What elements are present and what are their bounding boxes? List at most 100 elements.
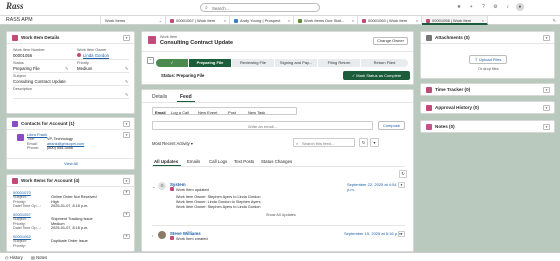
divider [13, 98, 129, 99]
field-label: Phone: [27, 146, 40, 150]
close-icon[interactable]: × [288, 18, 290, 23]
card-menu-button[interactable]: ▾ [543, 105, 550, 111]
path-step-complete[interactable]: ✓ [156, 59, 188, 67]
field-label: Email: [27, 141, 38, 146]
feed-target: Work Item updated [176, 187, 209, 192]
feed-item-menu[interactable]: ▾ [398, 231, 405, 237]
tab-label: 00001067 | Work Item [176, 18, 216, 23]
card-title: Work Item Details [21, 35, 60, 40]
chevron-down-icon[interactable]: ⌄ [159, 18, 162, 23]
favorites-icon[interactable]: ★ [455, 3, 463, 11]
composer-tab-post[interactable]: Post [228, 110, 236, 115]
card-menu-button[interactable]: ▾ [123, 178, 130, 184]
filter-all-updates[interactable]: All Updates [154, 159, 178, 164]
user-avatar[interactable]: ● [515, 3, 524, 11]
edit-icon[interactable]: ✎ [125, 92, 128, 97]
tab-work-item-1060[interactable]: 00001060 | Work Item × [358, 16, 422, 25]
filter-call-logs[interactable]: Call Logs [209, 159, 227, 164]
path-step[interactable]: Signing and Pay... [275, 59, 317, 67]
close-icon[interactable]: × [482, 18, 484, 23]
path-step-current[interactable]: Preparing File [189, 59, 231, 67]
note-icon: ▤ [31, 255, 35, 260]
composer-tab-new-task[interactable]: New Task [248, 110, 265, 115]
mark-complete-button[interactable]: ✓ Mark Status as Complete [343, 71, 410, 80]
composer-tab-new-event[interactable]: New Event [198, 110, 217, 115]
close-icon[interactable]: × [416, 18, 418, 23]
bell-icon[interactable]: ♪ [504, 3, 512, 11]
tab-label: 00001060 | Work Item [368, 18, 408, 23]
tab-work-items-due[interactable]: Work Items Due Stat... × [294, 16, 358, 25]
tab-prospect[interactable]: Andy Young | Prospect × [230, 16, 294, 25]
path-collapse-button[interactable]: ⌃ [147, 57, 154, 64]
sort-dropdown[interactable]: Most Recent Activity ▾ [152, 141, 193, 146]
tab-details[interactable]: Details [152, 94, 167, 100]
contact-title: VP, Technology [47, 137, 73, 141]
divider [152, 166, 405, 167]
composer-tab-log-call[interactable]: Log a Call [171, 110, 189, 115]
search-icon: ⌕ [296, 140, 299, 146]
view-all-link[interactable]: View All [64, 161, 78, 166]
divider [7, 158, 134, 159]
work-item-subject: Online Order Not Received [51, 195, 97, 199]
app-logo: Rass [6, 1, 24, 11]
refresh-icon[interactable]: ↻ [359, 138, 368, 147]
card-title: Contacts for Account (1) [21, 121, 75, 126]
row-menu-button[interactable]: ▾ [123, 190, 130, 195]
tab-work-items[interactable]: Work Items ⌄ [101, 16, 166, 25]
composer-tab-email[interactable]: Email [155, 110, 166, 115]
contact-email-link[interactable]: afrank@gmsopm.com [47, 142, 84, 146]
chevron-right-icon[interactable]: › [152, 233, 153, 238]
feed-item-menu[interactable]: ▾ [398, 182, 405, 188]
feed-timestamp[interactable]: September 22, 2025 at 4:54 p.m. [347, 182, 405, 192]
chevron-down-icon[interactable]: ⌄ [152, 184, 155, 189]
history-utility[interactable]: ◷ History [5, 255, 23, 260]
field-label: Description [13, 87, 32, 91]
compose-button[interactable]: Compose [378, 121, 405, 130]
tab-work-item-1056[interactable]: 00001056 | Work Item × [422, 16, 488, 25]
path-step[interactable]: Filing Return [318, 59, 360, 67]
filter-emails[interactable]: Emails [187, 159, 200, 164]
filter-text-posts[interactable]: Text Posts [234, 159, 254, 164]
upload-files-button[interactable]: ⇪ Upload Files [469, 55, 507, 64]
card-menu-button[interactable]: ▾ [543, 124, 550, 130]
card-menu-button[interactable]: ▾ [123, 35, 130, 41]
edit-nav-icon[interactable]: ✎ [553, 18, 556, 23]
path-step[interactable]: Reviewing File [232, 59, 274, 67]
card-title: Work Items for Account (4) [21, 178, 80, 183]
edit-icon[interactable]: ✎ [125, 66, 128, 71]
card-menu-button[interactable]: ▾ [543, 35, 550, 41]
close-icon[interactable]: × [352, 18, 354, 23]
work-item-priority: Medium [51, 221, 65, 226]
field-label: Work Item Owner [77, 48, 107, 52]
show-all-updates-link[interactable]: Show All Updates [266, 213, 296, 217]
row-menu-button[interactable]: ▾ [123, 212, 130, 217]
drop-files-text: Or drop files [478, 67, 499, 71]
feed-search-input[interactable]: ⌕ Search this feed... [293, 138, 355, 147]
edit-icon[interactable]: ✎ [65, 66, 68, 71]
row-menu-button[interactable]: ▾ [123, 234, 130, 239]
filter-status-changes[interactable]: Status Changes [261, 159, 292, 164]
close-icon[interactable]: × [224, 18, 226, 23]
notes-utility[interactable]: ▤ Notes [31, 255, 47, 260]
help-icon[interactable]: ? [479, 3, 487, 11]
global-search[interactable]: ⌕ Search... [200, 3, 320, 12]
refresh-icon[interactable]: ↻ [399, 170, 407, 178]
gear-icon[interactable]: ⚙ [492, 3, 500, 11]
owner-link[interactable]: Linda Gordon [83, 53, 109, 58]
composer-input[interactable]: Write an email... [152, 121, 373, 130]
change-owner-button[interactable]: Change Owner [373, 37, 408, 45]
feed-timestamp[interactable]: September 15, 2025 at 5:16 p.m. [344, 231, 402, 236]
add-icon[interactable]: + [467, 3, 475, 11]
card-menu-button[interactable]: ▾ [123, 121, 130, 127]
filter-icon[interactable]: ▾ [370, 138, 379, 147]
path-step[interactable]: Return Filed [361, 59, 408, 67]
status-value: Preparing File [13, 66, 40, 71]
subject-value: Consulting Contract Update [13, 79, 66, 84]
divider [142, 51, 413, 52]
tab-feed[interactable]: Feed [180, 94, 192, 100]
edit-icon[interactable]: ✎ [125, 79, 128, 84]
tab-work-item-1067[interactable]: 00001067 | Work Item × [166, 16, 230, 25]
history-label: History [9, 255, 23, 260]
card-menu-button[interactable]: ▾ [543, 87, 550, 93]
contact-menu-button[interactable]: ▾ [123, 132, 130, 138]
